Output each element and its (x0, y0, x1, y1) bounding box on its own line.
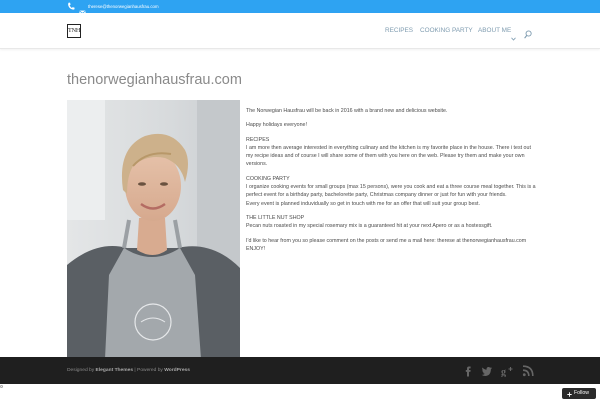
main-content: The Norwegian Hausfrau will be back in 2… (246, 107, 536, 259)
section-body: I am more then average interested in eve… (246, 144, 531, 168)
site-logo[interactable]: TNH (67, 24, 81, 38)
page-title: thenorwegianhausfrau.com (67, 72, 242, 88)
section-nut-shop: THE LITTLE NUT SHOP Pecan nuts roasted i… (246, 214, 536, 231)
nav-about-me[interactable]: ABOUT ME (478, 26, 511, 36)
section-recipes: RECIPES I am more then average intereste… (246, 136, 536, 169)
designed-by-text: Designed by (67, 368, 95, 373)
rss-icon[interactable] (522, 364, 534, 377)
twitter-icon[interactable] (481, 364, 493, 376)
section-body: Pecan nuts roasted in my special rosemar… (246, 223, 493, 230)
search-icon[interactable] (524, 26, 532, 39)
nav-recipes[interactable]: RECIPES (385, 26, 413, 36)
top-bar: therese@thenorwegianhausfrau.com (0, 0, 600, 16)
powered-by-text: | Powered by (134, 368, 163, 373)
plus-icon (567, 391, 572, 397)
elegant-themes-link[interactable]: Elegant Themes (96, 368, 134, 373)
google-plus-icon[interactable]: g (501, 364, 513, 378)
section-heading: THE LITTLE NUT SHOP (246, 214, 305, 221)
contact-line: I'd like to hear from you so please comm… (246, 237, 527, 244)
contact-text: I'd like to hear from you so please comm… (246, 237, 536, 254)
phone-icon (67, 2, 75, 11)
footer-credits: Designed by Elegant Themes | Powered by … (67, 367, 190, 374)
section-body: I organize cooking events for small grou… (246, 184, 536, 199)
section-heading: COOKING PARTY (246, 175, 290, 182)
email-link[interactable]: therese@thenorwegianhausfrau.com (88, 2, 159, 11)
section-heading: RECIPES (246, 136, 270, 143)
section-cooking-party: COOKING PARTY I organize cooking events … (246, 175, 536, 208)
greeting-text: Happy holidays everyone! (246, 122, 307, 129)
follow-button[interactable]: Follow (562, 388, 596, 399)
chevron-down-icon[interactable] (511, 28, 516, 41)
wordpress-link[interactable]: WordPress (164, 368, 190, 373)
portrait-photo (67, 100, 240, 359)
nav-cooking-party[interactable]: COOKING PARTY (420, 26, 473, 36)
intro-text: The Norwegian Hausfrau will be back in 2… (246, 108, 448, 114)
svg-text:g: g (501, 367, 506, 377)
follow-label: Follow (574, 390, 589, 396)
section-body-2: Every event is planned induvidually so g… (246, 200, 480, 207)
corner-dot (0, 385, 3, 388)
mail-icon[interactable] (79, 3, 86, 16)
facebook-icon[interactable] (462, 364, 474, 377)
closing-line: ENJOY! (246, 245, 266, 252)
